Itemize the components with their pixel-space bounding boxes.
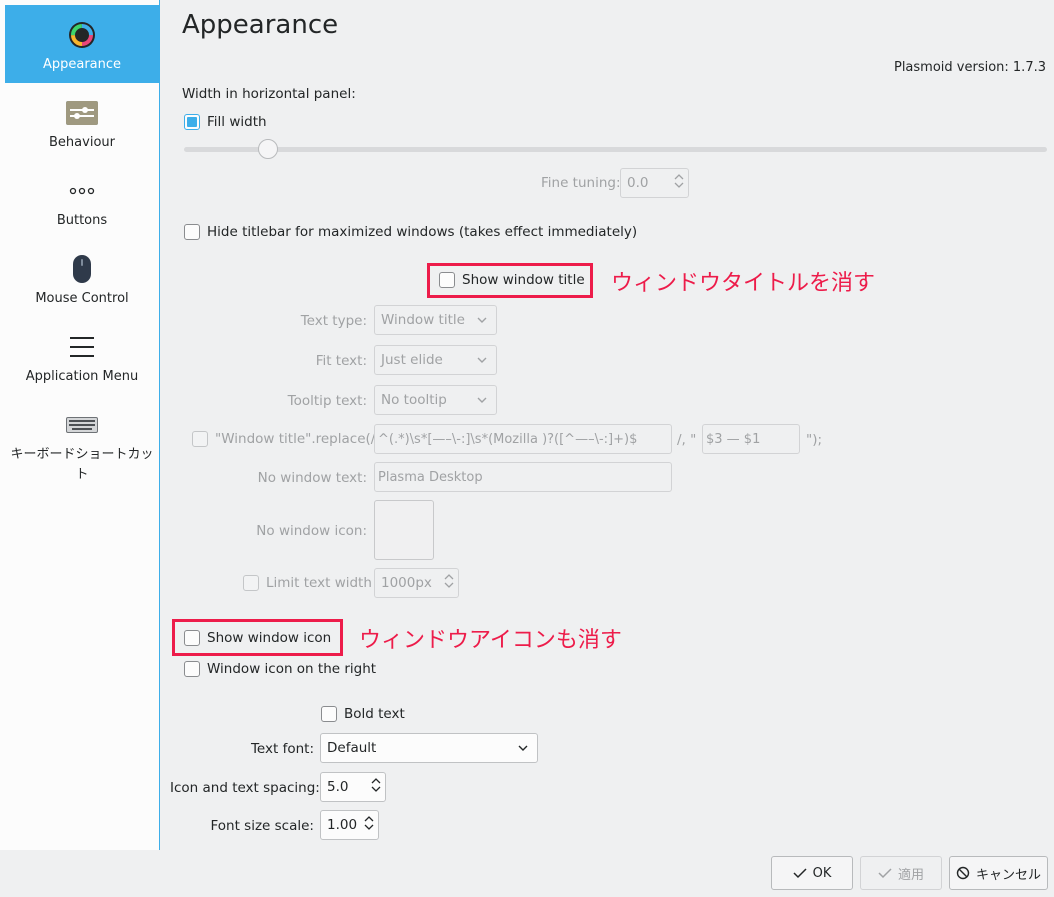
color-wheel-icon xyxy=(67,15,97,55)
check-icon xyxy=(793,868,807,879)
replace-label: "Window title".replace(/ xyxy=(215,431,376,447)
icon-on-right-checkbox[interactable]: Window icon on the right xyxy=(184,661,376,677)
icon-spacing-spinbox[interactable]: 5.0 xyxy=(320,772,386,802)
fit-text-combo[interactable]: Just elide xyxy=(374,345,497,375)
show-window-icon-checkbox[interactable]: Show window icon xyxy=(184,630,331,646)
chevron-down-icon xyxy=(518,745,528,751)
checkbox-box[interactable] xyxy=(321,706,337,722)
bold-text-label: Bold text xyxy=(344,706,405,722)
icon-spacing-label: Icon and text spacing: xyxy=(170,780,320,796)
cancel-button[interactable]: キャンセル xyxy=(949,856,1048,890)
chevron-down-icon xyxy=(477,357,487,363)
sidebar-item-behaviour[interactable]: Behaviour xyxy=(5,83,159,161)
font-scale-spinbox[interactable]: 1.00 xyxy=(320,810,379,840)
preferences-icon xyxy=(65,93,99,133)
dots-icon xyxy=(69,171,95,211)
replace-checkbox[interactable]: "Window title".replace(/ xyxy=(192,431,375,447)
width-label: Width in horizontal panel: xyxy=(182,86,356,102)
checkbox-box[interactable] xyxy=(243,575,259,591)
sidebar-item-label: キーボードショートカット xyxy=(10,447,154,482)
mouse-icon xyxy=(72,249,92,289)
tooltip-text-value: No tooltip xyxy=(381,392,447,408)
cancel-icon xyxy=(956,866,970,880)
spin-arrows-icon[interactable] xyxy=(444,573,454,593)
apply-button[interactable]: 適用 xyxy=(860,856,942,890)
fill-width-label: Fill width xyxy=(207,114,267,130)
sidebar-item-label: Mouse Control xyxy=(35,291,129,306)
sidebar-item-appearance[interactable]: Appearance xyxy=(5,5,159,83)
text-type-value: Window title xyxy=(381,312,465,328)
fit-text-label: Fit text: xyxy=(315,353,367,369)
sidebar-item-label: Behaviour xyxy=(49,135,115,150)
plasmoid-version: Plasmoid version: 1.7.3 xyxy=(893,60,1046,75)
icon-on-right-label: Window icon on the right xyxy=(207,661,377,677)
tooltip-text-combo[interactable]: No tooltip xyxy=(374,385,497,415)
checkbox-box[interactable] xyxy=(184,661,200,677)
cancel-label: キャンセル xyxy=(975,867,1041,883)
limit-text-width-spinbox[interactable]: 1000px xyxy=(374,568,459,598)
ok-label: OK xyxy=(812,865,832,881)
chevron-down-icon xyxy=(477,397,487,403)
show-window-title-label: Show window title xyxy=(462,272,585,288)
ok-button[interactable]: OK xyxy=(771,856,853,890)
sidebar-item-keyboard-shortcuts[interactable]: キーボードショートカット xyxy=(5,395,159,487)
check-icon xyxy=(878,868,892,879)
checkbox-box[interactable] xyxy=(192,431,208,447)
limit-text-width-checkbox[interactable]: Limit text width xyxy=(243,575,372,591)
fill-width-checkbox[interactable]: Fill width xyxy=(184,114,267,130)
no-window-icon-label: No window icon: xyxy=(256,523,367,539)
chevron-down-icon xyxy=(477,317,487,323)
bold-text-checkbox[interactable]: Bold text xyxy=(321,706,405,722)
apply-label: 適用 xyxy=(897,867,924,883)
font-scale-value: 1.00 xyxy=(327,817,358,833)
replace-replacement-field[interactable]: $3 — $1 xyxy=(702,424,800,454)
spin-arrows-icon[interactable] xyxy=(674,173,684,193)
text-font-value: Default xyxy=(327,740,377,756)
replace-regex-field[interactable]: ^(.*)\s*[—–\-:]\s*(Mozilla )?([^—–\-:]+)… xyxy=(374,424,672,454)
no-window-text-label: No window text: xyxy=(257,470,367,486)
keyboard-icon xyxy=(66,405,98,445)
tooltip-text-label: Tooltip text: xyxy=(287,393,367,409)
hide-titlebar-checkbox[interactable]: Hide titlebar for maximized windows (tak… xyxy=(184,224,637,240)
fine-tuning-value: 0.0 xyxy=(627,175,649,191)
sidebar-item-label: Appearance xyxy=(42,57,122,72)
fine-tuning-spinbox[interactable]: 0.0 xyxy=(620,168,689,198)
show-window-icon-label: Show window icon xyxy=(207,630,332,646)
limit-text-width-value: 1000px xyxy=(381,575,432,591)
sidebar-item-application-menu[interactable]: Application Menu xyxy=(5,317,159,395)
checkbox-box[interactable] xyxy=(184,224,200,240)
icon-spacing-value: 5.0 xyxy=(327,779,349,795)
replace-separator: /, " xyxy=(677,432,697,448)
text-type-label: Text type: xyxy=(300,313,367,329)
sidebar-item-label: Buttons xyxy=(56,213,108,228)
text-font-label: Text font: xyxy=(250,741,314,757)
sidebar-item-label: Application Menu xyxy=(25,369,139,384)
spin-arrows-icon[interactable] xyxy=(364,815,374,835)
spin-arrows-icon[interactable] xyxy=(371,777,381,797)
hide-titlebar-label: Hide titlebar for maximized windows (tak… xyxy=(207,224,638,240)
sidebar-item-buttons[interactable]: Buttons xyxy=(5,161,159,239)
replace-end: "); xyxy=(806,432,823,448)
sidebar: Appearance Behaviour Buttons Mouse Contr… xyxy=(0,0,160,850)
annotation-icon-text: ウィンドウアイコンも消す xyxy=(359,628,622,653)
fine-tuning-label: Fine tuning: xyxy=(541,175,621,191)
page-title: Appearance xyxy=(182,10,339,40)
text-type-combo[interactable]: Window title xyxy=(374,305,497,335)
show-window-title-checkbox[interactable]: Show window title xyxy=(439,272,585,288)
font-scale-label: Font size scale: xyxy=(210,818,315,834)
checkbox-box[interactable] xyxy=(184,114,200,130)
no-window-icon-button[interactable] xyxy=(374,500,434,560)
sidebar-item-mouse-control[interactable]: Mouse Control xyxy=(5,239,159,317)
width-slider-track[interactable] xyxy=(184,147,1047,152)
no-window-text-field[interactable]: Plasma Desktop xyxy=(374,462,672,492)
checkbox-box[interactable] xyxy=(184,630,200,646)
hamburger-menu-icon xyxy=(69,327,95,367)
limit-text-width-label: Limit text width xyxy=(266,575,372,591)
text-font-combo[interactable]: Default xyxy=(320,733,538,763)
checkbox-box[interactable] xyxy=(439,272,455,288)
annotation-title-text: ウィンドウタイトルを消す xyxy=(611,271,876,296)
fit-text-value: Just elide xyxy=(381,352,443,368)
width-slider-handle[interactable] xyxy=(258,139,278,159)
